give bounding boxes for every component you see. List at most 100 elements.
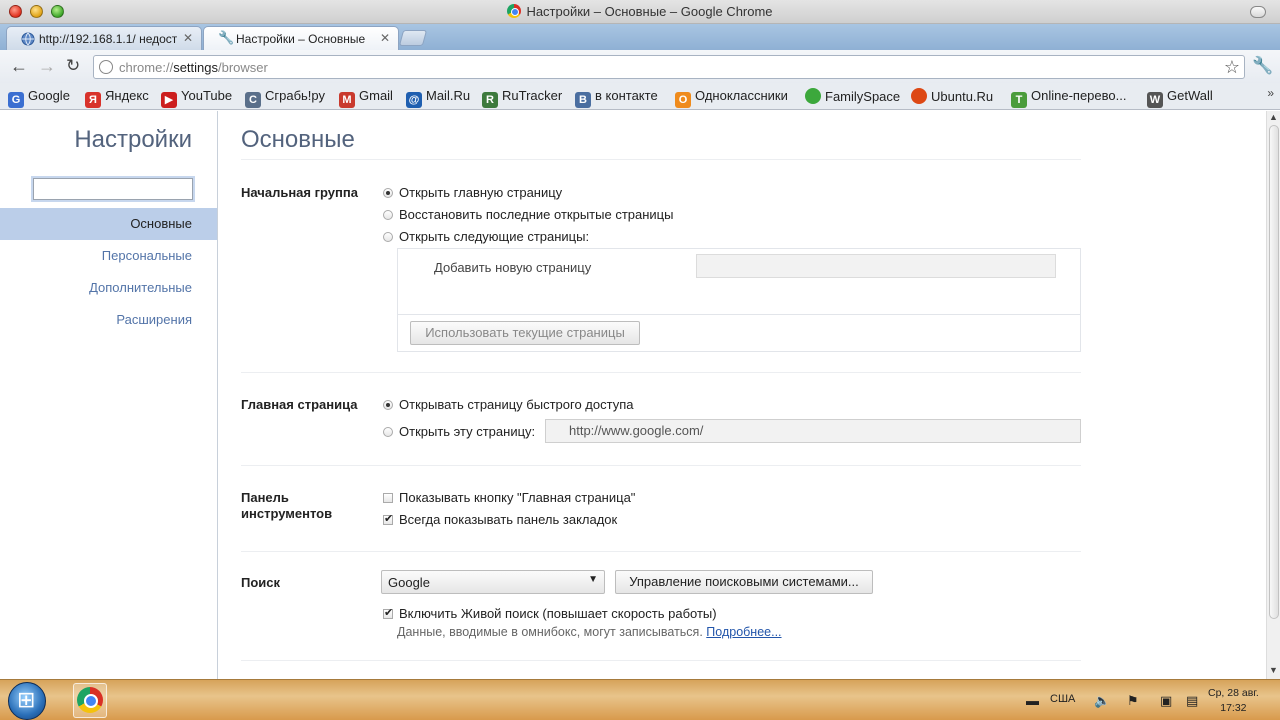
omnibox[interactable]: chrome://settings/browser ☆ <box>93 55 1245 79</box>
instant-search-option[interactable]: Включить Живой поиск (повышает скорость … <box>383 606 717 621</box>
bookmark-online-translator[interactable]: T Online-перево... <box>1011 88 1126 108</box>
youtube-icon: ▶ <box>161 92 177 108</box>
show-bookmarks-bar-option[interactable]: Всегда показывать панель закладок <box>383 512 617 527</box>
search-section-label: Поиск <box>241 575 281 590</box>
bookmark-familyspace[interactable]: FamilySpace <box>805 88 900 104</box>
start-button[interactable] <box>8 682 46 720</box>
browser-toolbar: ← → ↻ chrome://settings/browser ☆ 🔧 <box>0 50 1280 83</box>
scroll-down-icon[interactable]: ▼ <box>1269 665 1278 675</box>
sidebar-item-personal[interactable]: Персональные <box>0 240 217 272</box>
back-arrow-icon[interactable]: ← <box>10 57 28 75</box>
flag-icon[interactable]: ⚑ <box>1127 693 1139 709</box>
tab-label: http://192.168.1.1/ недост <box>39 32 178 46</box>
vertical-scrollbar[interactable]: ▲ ▼ <box>1266 111 1280 679</box>
manage-search-engines-button[interactable]: Управление поисковыми системами... <box>615 570 873 594</box>
divider <box>398 314 1080 315</box>
monitor-icon[interactable]: ▣ <box>1160 693 1172 709</box>
bookmark-sgrab[interactable]: С Сграбь!ру <box>245 88 325 108</box>
settings-main: Основные Начальная группа Открыть главну… <box>218 111 1266 679</box>
homepage-section-label: Главная страница <box>241 397 358 412</box>
sidebar-item-basics[interactable]: Основные <box>0 208 217 240</box>
rutracker-icon: R <box>482 92 498 108</box>
system-clock[interactable]: Ср, 28 авг. 17:32 <box>1208 686 1259 716</box>
wrench-menu-icon[interactable]: 🔧 <box>1252 56 1273 76</box>
startup-option-pages[interactable]: Открыть следующие страницы: <box>383 229 589 244</box>
yandex-icon: Я <box>85 92 101 108</box>
volume-icon[interactable]: 🔈 <box>1094 693 1110 709</box>
getwall-icon: W <box>1147 92 1163 108</box>
gmail-icon: M <box>339 92 355 108</box>
language-indicator[interactable]: США <box>1050 693 1075 705</box>
add-page-input[interactable] <box>696 254 1056 278</box>
divider <box>241 159 1081 160</box>
bookmark-gmail[interactable]: M Gmail <box>339 88 393 108</box>
learn-more-link[interactable]: Подробнее... <box>706 625 781 639</box>
chrome-logo-icon <box>507 4 522 18</box>
window-title: Настройки – Основные – Google Chrome <box>526 4 773 19</box>
globe-icon <box>21 32 35 46</box>
tab-label: Настройки – Основные <box>236 32 366 46</box>
tab-router[interactable]: http://192.168.1.1/ недост ✕ <box>6 26 202 50</box>
checkbox[interactable] <box>383 515 393 525</box>
sidebar-title: Настройки <box>74 126 192 153</box>
bookmark-google[interactable]: G Google <box>8 88 70 108</box>
startup-pages-list: Добавить новую страницу Использовать тек… <box>397 248 1081 352</box>
new-tab-button[interactable] <box>398 30 428 46</box>
mailru-icon: @ <box>406 92 422 108</box>
radio-button[interactable] <box>383 427 393 437</box>
tab-close-icon[interactable]: ✕ <box>380 31 390 45</box>
bookmark-mailru[interactable]: @ Mail.Ru <box>406 88 470 108</box>
checkbox[interactable] <box>383 609 393 619</box>
omnibox-url: chrome://settings/browser <box>119 60 268 75</box>
bookmark-ubuntu[interactable]: Ubuntu.Ru <box>911 88 993 104</box>
show-home-button-option[interactable]: Показывать кнопку "Главная страница" <box>383 490 635 505</box>
settings-sidebar: Настройки Основные Персональные Дополнит… <box>0 111 218 679</box>
keyboard-icon[interactable]: ▬ <box>1026 693 1039 708</box>
toolbar-section-label: Панель инструментов <box>241 490 333 521</box>
radio-button[interactable] <box>383 188 393 198</box>
divider <box>241 372 1081 373</box>
bookmark-youtube[interactable]: ▶ YouTube <box>161 88 232 108</box>
sidebar-item-extensions[interactable]: Расширения <box>0 304 217 336</box>
bookmark-rutracker[interactable]: R RuTracker <box>482 88 562 108</box>
translator-icon: T <box>1011 92 1027 108</box>
google-icon: G <box>8 92 24 108</box>
bookmark-getwall[interactable]: W GetWall <box>1147 88 1213 108</box>
bookmarks-bar: G Google Я Яндекс ▶ YouTube С Сграбь!ру M Gma… <box>0 83 1280 110</box>
startup-option-home[interactable]: Открыть главную страницу <box>383 185 562 200</box>
scrollbar-thumb[interactable] <box>1269 125 1279 619</box>
settings-search-input[interactable] <box>33 178 193 200</box>
homepage-option-url[interactable]: Открыть эту страницу: <box>383 424 535 439</box>
startup-option-restore[interactable]: Восстановить последние открытые страницы <box>383 207 673 222</box>
checkbox[interactable] <box>383 493 393 503</box>
sidebar-item-advanced[interactable]: Дополнительные <box>0 272 217 304</box>
sgrab-icon: С <box>245 92 261 108</box>
wrench-icon: 🔧 <box>218 30 235 45</box>
bookmarks-overflow-icon[interactable]: » <box>1267 86 1274 100</box>
radio-button[interactable] <box>383 400 393 410</box>
window-restore-button[interactable] <box>1250 6 1266 18</box>
homepage-url-field[interactable]: http://www.google.com/ <box>545 419 1081 443</box>
dropdown-arrow-icon: ▼ <box>588 574 598 585</box>
divider <box>241 551 1081 552</box>
add-page-label: Добавить новую страницу <box>434 260 592 275</box>
divider <box>241 465 1081 466</box>
use-current-pages-button[interactable]: Использовать текущие страницы <box>410 321 640 345</box>
bookmark-vkontakte[interactable]: Bв контакте <box>575 88 658 108</box>
radio-button[interactable] <box>383 210 393 220</box>
tab-close-icon[interactable]: ✕ <box>183 31 193 45</box>
radio-button[interactable] <box>383 232 393 242</box>
os-taskbar: ▬ США 🔈 ⚑ ▣ ▤ Ср, 28 авг.17:32 <box>0 679 1280 720</box>
tab-settings[interactable]: 🔧 Настройки – Основные ✕ <box>203 26 399 50</box>
search-engine-select[interactable]: Google ▼ <box>381 570 605 594</box>
bookmark-yandex[interactable]: Я Яндекс <box>85 88 149 108</box>
forward-arrow-icon[interactable]: → <box>38 57 56 75</box>
reload-icon[interactable]: ↻ <box>66 57 80 75</box>
network-icon[interactable]: ▤ <box>1186 693 1198 709</box>
taskbar-chrome-button[interactable] <box>73 683 107 718</box>
bookmark-odnoklassniki[interactable]: О Одноклассники <box>675 88 788 108</box>
bookmark-star-icon[interactable]: ☆ <box>1224 57 1240 78</box>
scroll-up-icon[interactable]: ▲ <box>1269 112 1278 122</box>
familyspace-icon <box>805 88 821 104</box>
homepage-option-ntp[interactable]: Открывать страницу быстрого доступа <box>383 397 633 412</box>
